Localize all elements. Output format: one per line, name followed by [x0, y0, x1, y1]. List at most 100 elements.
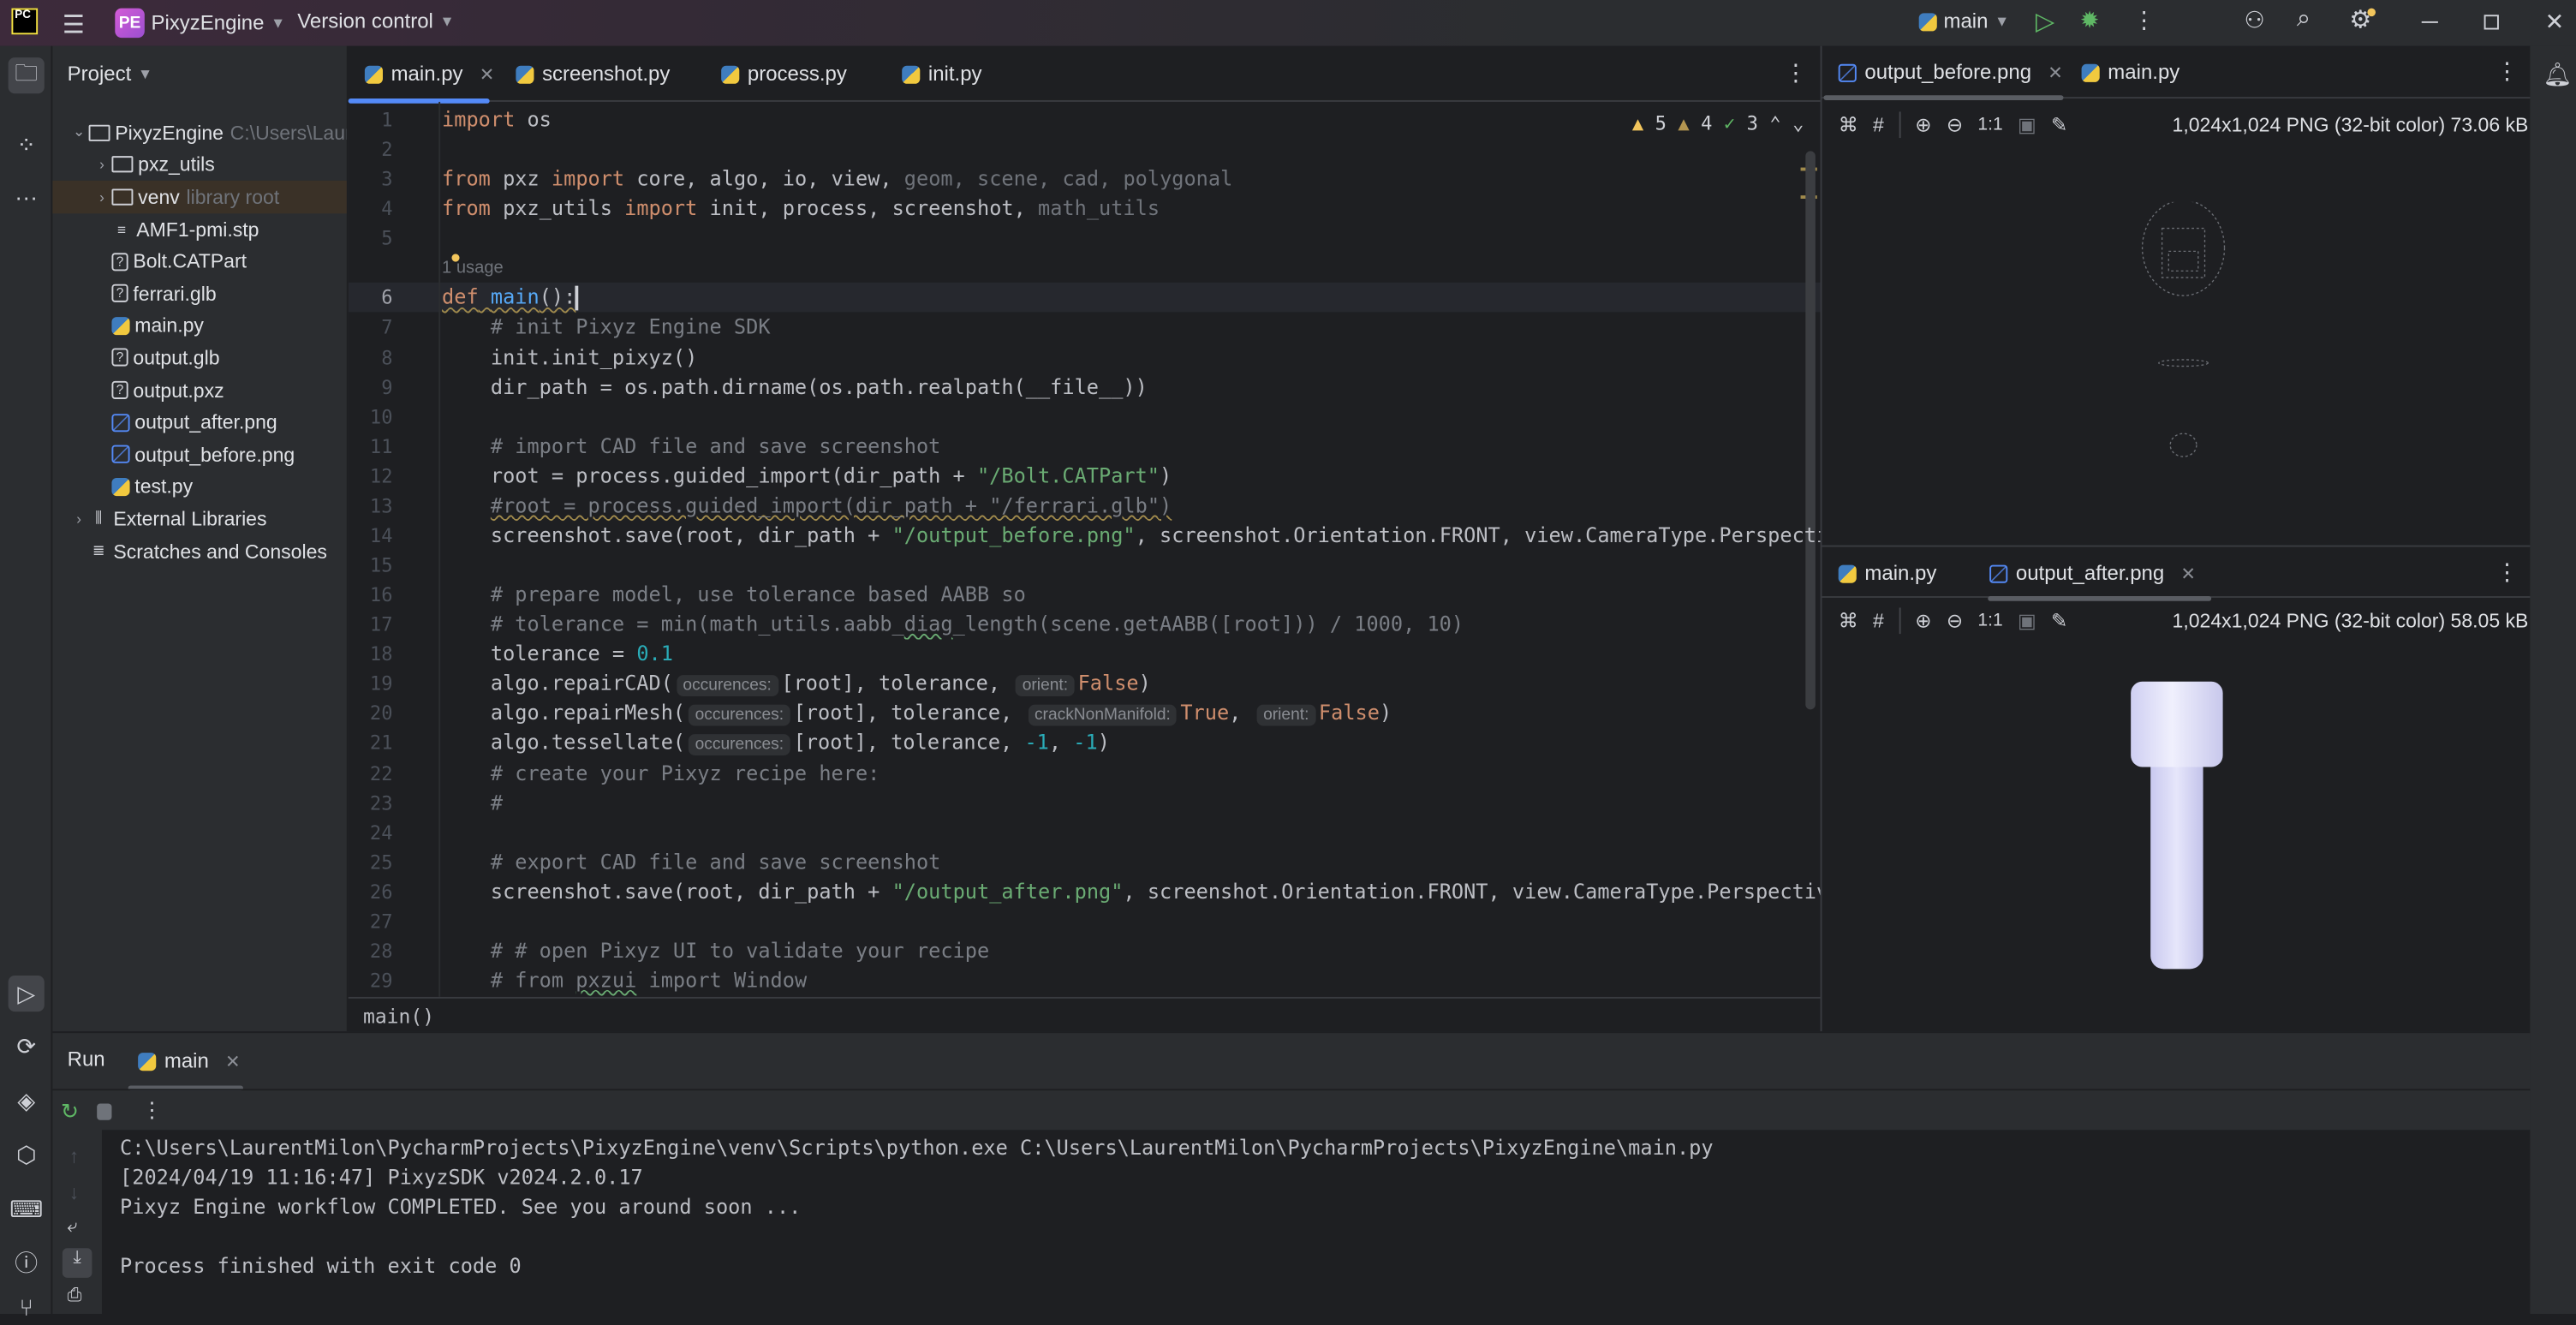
color-picker-icon[interactable]: ✎ — [2051, 113, 2067, 136]
grid-icon[interactable]: # — [1873, 113, 1884, 136]
search-icon[interactable]: ⌕ — [2297, 5, 2311, 33]
print-icon[interactable]: ⎙ — [68, 1286, 82, 1307]
tree-item[interactable]: › pxz_utils — [52, 149, 346, 181]
tree-item[interactable]: ? output.glb — [52, 342, 346, 373]
tab-options-icon[interactable]: ⋮ — [1784, 59, 1807, 87]
tree-item[interactable]: output_before.png — [52, 439, 346, 470]
tab-main-py[interactable]: main.py ✕ — [348, 46, 495, 104]
close-tab-icon[interactable]: ✕ — [2048, 62, 2063, 83]
chessboard-icon[interactable]: ▣ — [2018, 113, 2036, 136]
git-icon[interactable]: ⑂ — [9, 1289, 45, 1325]
close-tab-icon[interactable]: ✕ — [480, 63, 495, 85]
tab-options-icon[interactable]: ⋮ — [2496, 558, 2519, 587]
tree-item[interactable]: test.py — [52, 471, 346, 503]
run-config-selector[interactable]: main ▼ — [1918, 10, 2009, 33]
tab-label: output_after.png — [2015, 561, 2165, 585]
tree-item[interactable]: ? output.pxz — [52, 374, 346, 406]
breadcrumb[interactable]: main() — [348, 996, 1821, 1032]
python-icon — [111, 477, 130, 496]
scroll-down-icon[interactable]: ↓ — [69, 1181, 80, 1204]
stop-icon[interactable] — [97, 1103, 112, 1120]
editor-scrollbar[interactable] — [1805, 151, 1816, 710]
lightbulb-icon[interactable]: ● — [450, 243, 462, 273]
tree-item[interactable]: output_after.png — [52, 406, 346, 438]
tree-item[interactable]: ≡ AMF1-pmi.stp — [52, 213, 346, 245]
tree-item-label: ferrari.glb — [133, 282, 217, 306]
rerun-icon[interactable]: ↻ — [61, 1099, 79, 1125]
parameter-hint: occurences: — [688, 705, 790, 727]
zoom-out-icon[interactable]: ⊖ — [1947, 609, 1963, 632]
project-panel-title[interactable]: Project ▼ — [68, 63, 152, 86]
tab-screenshot-py[interactable]: screenshot.py — [516, 46, 670, 102]
problems-icon[interactable]: ⓘ — [9, 1244, 45, 1280]
chevron-right-icon[interactable]: › — [69, 510, 89, 527]
scroll-up-icon[interactable]: ↑ — [69, 1144, 80, 1167]
debug-icon[interactable]: ✹ — [2080, 7, 2100, 35]
more-tools-icon[interactable]: ··· — [9, 179, 45, 215]
tab-output-after-png[interactable]: output_after.png ✕ — [1988, 547, 2212, 601]
menu-icon[interactable]: ☰ — [63, 10, 85, 39]
tree-item[interactable]: ⌄ PixyzEngine C:\Users\Laur — [52, 116, 347, 148]
services-icon[interactable]: ⬡ — [9, 1137, 45, 1173]
chevron-right-icon[interactable]: › — [92, 157, 111, 173]
zoom-out-icon[interactable]: ⊖ — [1947, 113, 1963, 136]
tab-label: process.py — [747, 62, 847, 86]
run-console-output[interactable]: C:\Users\LaurentMilon\PycharmProjects\Pi… — [101, 1130, 2531, 1314]
tab-process-py[interactable]: process.py — [721, 46, 847, 102]
soft-wrap-icon[interactable]: ⤶ — [68, 1217, 78, 1238]
color-picker-icon[interactable]: ✎ — [2051, 609, 2067, 632]
tree-item[interactable]: main.py — [52, 310, 346, 342]
version-control-menu[interactable]: Version control ▼ — [297, 10, 454, 33]
chessboard-icon[interactable]: ▣ — [2018, 609, 2036, 632]
tab-main-py[interactable]: main.py — [1838, 547, 1936, 600]
close-tab-icon[interactable]: ✕ — [225, 1050, 241, 1071]
project-switcher[interactable]: PE PixyzEngine ▼ — [115, 8, 285, 39]
scroll-to-end-icon[interactable]: ⤓ — [62, 1248, 92, 1278]
run-icon[interactable]: ▷ — [2036, 7, 2054, 37]
tree-item[interactable]: ? ferrari.glb — [52, 278, 346, 309]
chevron-right-icon[interactable]: › — [92, 188, 111, 205]
fit-icon[interactable]: ⌘ — [1839, 609, 1858, 632]
tree-item[interactable]: ? Bolt.CATPart — [52, 245, 346, 277]
more-icon[interactable]: ⋮ — [2132, 7, 2156, 35]
python-console-icon[interactable]: ⟳ — [9, 1028, 45, 1064]
fit-icon[interactable]: ⌘ — [1839, 113, 1858, 136]
tree-item[interactable]: › venv library root — [52, 181, 347, 213]
actual-size-button[interactable]: 1:1 — [1977, 115, 2002, 134]
tree-item[interactable]: ≣ Scratches and Consoles — [52, 535, 346, 567]
chevron-up-icon[interactable]: ⌃ — [1769, 111, 1780, 134]
folder-icon — [111, 188, 134, 206]
tree-item[interactable]: › ⫼ External Libraries — [52, 503, 346, 534]
weak-warning-icon: ▲ — [1678, 111, 1690, 135]
restore-icon[interactable] — [2484, 15, 2499, 30]
tree-item-hint: library root — [186, 185, 280, 209]
inspection-widget[interactable]: ▲ 5 ▲ 4 ✓ 3 ⌃ ⌄ — [1632, 111, 1804, 134]
tab-main-py[interactable]: main.py — [2081, 46, 2179, 98]
grid-icon[interactable]: # — [1873, 609, 1884, 632]
run-tool-icon[interactable]: ▷ — [8, 975, 45, 1012]
actual-size-button[interactable]: 1:1 — [1977, 611, 2002, 630]
minimize-icon[interactable] — [2421, 21, 2438, 23]
zoom-in-icon[interactable]: ⊕ — [1915, 113, 1931, 136]
more-icon[interactable]: ⋮ — [141, 1097, 163, 1124]
code-token: screenshot.save(root, dir_path + — [442, 880, 892, 904]
add-user-icon[interactable]: ⚇ — [2245, 7, 2265, 35]
terminal-icon[interactable]: ⌨ — [9, 1191, 45, 1227]
tab-init-py[interactable]: init.py — [902, 46, 982, 102]
chevron-down-icon[interactable]: ⌄ — [69, 123, 89, 141]
notifications-icon[interactable]: 🔔︎ — [2543, 61, 2573, 89]
settings-icon[interactable]: ⚙ — [2349, 5, 2376, 34]
chevron-down-icon[interactable]: ⌄ — [1792, 111, 1804, 134]
project-folder-icon[interactable]: 🗀 — [8, 57, 45, 94]
run-tab-main[interactable]: main ✕ — [128, 1033, 243, 1091]
folder-icon — [111, 156, 134, 173]
code-token: geom, scene, cad, polygonal — [903, 167, 1233, 191]
code-editor[interactable]: ▲ 5 ▲ 4 ✓ 3 ⌃ ⌄ import os from pxz import cor… — [348, 102, 1821, 997]
zoom-in-icon[interactable]: ⊕ — [1915, 609, 1931, 632]
tab-options-icon[interactable]: ⋮ — [2496, 57, 2519, 86]
close-tab-icon[interactable]: ✕ — [2180, 563, 2196, 584]
tab-output-before-png[interactable]: output_before.png ✕ — [1823, 46, 2064, 100]
structure-icon[interactable]: ⁘ — [9, 127, 45, 163]
layers-icon[interactable]: ◈ — [9, 1083, 45, 1119]
close-icon[interactable]: ✕ — [2545, 9, 2565, 37]
